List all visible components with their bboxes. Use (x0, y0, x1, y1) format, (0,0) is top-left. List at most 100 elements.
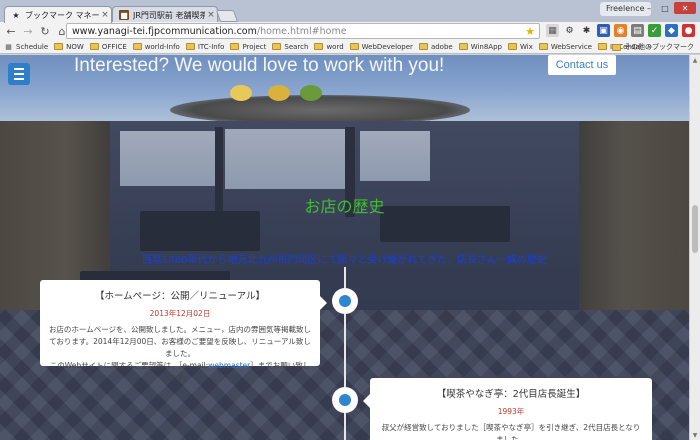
bookmark-item[interactable]: Wix (507, 42, 533, 51)
bookmark-label: OFFICE (101, 42, 127, 51)
url-host: www.yanagi-tei.fjpcommunication.com (72, 25, 257, 37)
close-icon[interactable]: × (99, 10, 111, 20)
page-scrollbar[interactable]: ▲ ▼ (689, 55, 700, 440)
bookmark-item[interactable]: ▦ Schedule (4, 42, 48, 51)
bookmark-label: Search (284, 42, 309, 51)
bookmark-item[interactable]: ITC-Info (185, 42, 225, 51)
bookmark-item[interactable]: Search (272, 43, 308, 51)
folder-icon (418, 43, 428, 50)
forward-icon[interactable]: → (21, 24, 35, 38)
extension-icon[interactable]: ▤ (631, 24, 644, 37)
new-tab-button[interactable] (215, 10, 239, 22)
card-body: 叔父が経営致しておりました［喫茶やなぎ亭］を引き継ぎ、2代目店長となりました。 (381, 423, 641, 440)
folder-icon (230, 43, 240, 50)
bookmark-item[interactable]: Project (230, 43, 266, 51)
window-close-icon[interactable]: ✕ (674, 2, 696, 14)
bookmark-label: Wix (519, 42, 533, 51)
bookmarks-bar: ▦ Schedule NOW OFFICE world-Info ITC-Info Proj… (0, 40, 700, 54)
bookmark-item[interactable]: world-Info (132, 42, 180, 51)
card-title: 【ホームページ：公開／リニューアル】 (94, 291, 266, 302)
extension-icon[interactable]: ✓ (648, 24, 661, 37)
folder-icon (89, 43, 99, 50)
section-title: お店の歴史 (304, 197, 385, 216)
bookmark-label: WebService (550, 42, 592, 51)
extension-icon[interactable]: ◆ (665, 24, 678, 37)
reload-icon[interactable]: ↻ (38, 24, 52, 38)
hero-fruit-image (300, 85, 322, 101)
window-controls: – □ ✕ (642, 2, 696, 14)
hero-fruit-image (268, 85, 290, 101)
contact-us-button[interactable]: Contact us (548, 55, 616, 75)
hero-heading: Interested? We would love to work with y… (74, 55, 445, 76)
folder-icon (314, 43, 324, 50)
timeline-dot (332, 288, 358, 314)
folder-icon (507, 43, 517, 50)
page-viewport: Interested? We would love to work with y… (0, 55, 689, 440)
bookmark-label: Win8App (470, 42, 502, 51)
calendar-icon: ▦ (5, 42, 12, 51)
folder-icon (185, 43, 195, 50)
tab-title: JR門司駅前 老舗喫茶やな (133, 10, 205, 20)
url-path: /home.html#home (256, 25, 347, 37)
timeline-card: 【喫茶やなぎ亭：2代目店長誕生】 1993年 叔父が経営致しておりました［喫茶や… (363, 378, 652, 440)
card-pointer (320, 296, 327, 310)
card-date: 1993年 (497, 407, 525, 416)
bookmark-item[interactable]: adobe (418, 42, 453, 51)
close-icon[interactable]: × (205, 10, 217, 20)
bookmark-label: ITC-Info (197, 42, 225, 51)
bookmark-label: Schedule (16, 42, 49, 51)
maximize-icon[interactable]: □ (658, 2, 672, 14)
extension-icon[interactable]: ▣ (597, 24, 610, 37)
puzzle-icon[interactable]: ✱ (580, 24, 593, 37)
hero-banner: Interested? We would love to work with y… (0, 55, 689, 125)
bookmark-label: word (326, 42, 344, 51)
hamburger-menu-button[interactable] (8, 63, 30, 85)
bookmark-star-icon[interactable]: ★ (525, 25, 535, 38)
tab-bookmark-manager[interactable]: ★ ブックマーク マネージャ × (4, 6, 112, 23)
extension-icon[interactable]: ◉ (614, 24, 627, 37)
extension-icon[interactable]: ▦ (546, 24, 559, 37)
back-icon[interactable]: ← (4, 24, 18, 38)
bookmark-item[interactable]: WebService (538, 42, 592, 51)
gear-icon[interactable]: ⚙ (563, 24, 576, 37)
bookmark-label: world-Info (144, 42, 180, 51)
address-bar[interactable]: www.yanagi-tei.fjpcommunication.com/home… (66, 23, 540, 39)
star-icon: ★ (12, 10, 20, 20)
scroll-up-icon[interactable]: ▲ (690, 55, 700, 65)
bookmark-label: adobe (430, 42, 453, 51)
folder-icon (349, 43, 359, 50)
other-bookmarks[interactable]: その他のブックマーク (612, 40, 694, 53)
card-pointer (363, 394, 370, 408)
tab-title: ブックマーク マネージャ (25, 10, 99, 20)
bookmark-label: Project (242, 42, 267, 51)
bookmark-item[interactable]: WebDeveloper (349, 42, 413, 51)
cafe-favicon-icon: ■ (119, 10, 129, 20)
bookmark-item[interactable]: NOW (54, 43, 84, 51)
hero-fruit-image (230, 85, 252, 101)
bookmark-item[interactable]: Win8App (458, 42, 502, 51)
card-body: お店のホームページを、公開致しました。メニュー，店内の雰囲気等掲載致しております… (48, 324, 312, 384)
folder-icon (538, 43, 548, 50)
card-text: このWebサイトに関するご要望等は、［e-mail: (49, 361, 209, 370)
bookmark-label: WebDeveloper (361, 42, 413, 51)
timeline-dot (332, 387, 358, 413)
bookmark-label: NOW (66, 42, 84, 51)
bookmark-item[interactable]: OFFICE (89, 42, 127, 51)
timeline-card: 【ホームページ：公開／リニューアル】 2013年12月02日 お店のホームページ… (40, 280, 327, 382)
webmaster-link[interactable]: webmaster (208, 361, 250, 370)
folder-icon (612, 43, 621, 51)
browser-toolbar: ← → ↻ ⌂ www.yanagi-tei.fjpcommunication.… (0, 22, 700, 40)
scrollbar-thumb[interactable] (692, 205, 698, 253)
section-subtitle: 西暦1880年代から地元北九州市門司区にて脈々と受け継がれてきた、店長さん一族の… (142, 255, 547, 266)
browser-titlebar: ★ ブックマーク マネージャ × ■ JR門司駅前 老舗喫茶やな × Freel… (0, 0, 700, 23)
bookmark-item[interactable]: word (314, 42, 344, 51)
extension-icon[interactable]: ● (682, 24, 695, 37)
tab-yanagi-tei[interactable]: ■ JR門司駅前 老舗喫茶やな × (112, 6, 218, 23)
scroll-down-icon[interactable]: ▼ (690, 430, 700, 440)
minimize-icon[interactable]: – (642, 2, 656, 14)
folder-icon (132, 43, 142, 50)
card-title: 【喫茶やなぎ亭：2代目店長誕生】 (436, 389, 586, 400)
bookmark-label: その他のブックマーク (624, 43, 694, 51)
card-text: お店のホームページを、公開致しました。メニュー，店内の雰囲気等掲載致しております… (48, 325, 312, 358)
folder-icon (272, 43, 282, 50)
